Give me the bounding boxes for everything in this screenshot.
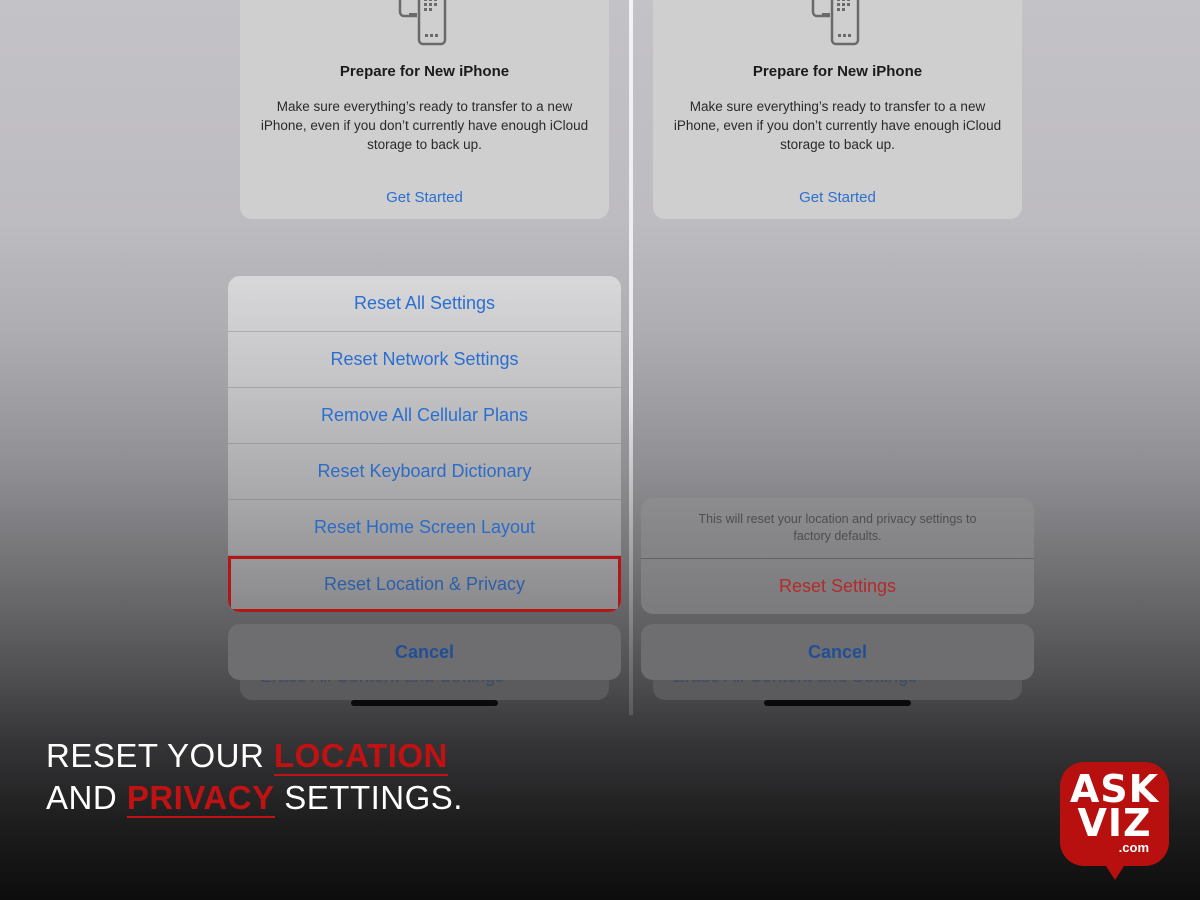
left-phone-screen: Prepare for New iPhone Make sure everyth… [228, 0, 628, 715]
askviz-logo: ASK VIZ .com [1060, 762, 1169, 880]
caption-line-1: RESET YOUR LOCATION [46, 735, 463, 777]
card-description: Make sure everything’s ready to transfer… [673, 99, 1002, 152]
prepare-new-iphone-card: Prepare for New iPhone Make sure everyth… [240, 0, 609, 219]
card-title: Prepare for New iPhone [339, 63, 510, 80]
reset-home-screen-layout-button[interactable]: Reset Home Screen Layout [228, 500, 621, 556]
reset-network-settings-button[interactable]: Reset Network Settings [228, 332, 621, 388]
get-started-link[interactable]: Get Started [240, 189, 609, 206]
confirm-reset-sheet: This will reset your location and privac… [641, 498, 1034, 614]
caption-text: SETTINGS. [274, 779, 463, 816]
cancel-button[interactable]: Cancel [228, 624, 621, 680]
reset-location-privacy-button[interactable]: Reset Location & Privacy [228, 556, 621, 612]
right-phone-screen: Prepare for New iPhone Make sure everyth… [641, 0, 1041, 715]
home-indicator[interactable] [351, 700, 498, 706]
cancel-button[interactable]: Cancel [641, 624, 1034, 680]
home-indicator[interactable] [764, 700, 911, 706]
remove-cellular-plans-button[interactable]: Remove All Cellular Plans [228, 388, 621, 444]
prepare-new-iphone-card: Prepare for New iPhone Make sure everyth… [653, 0, 1022, 219]
caption-line-2: AND PRIVACY SETTINGS. [46, 777, 463, 819]
caption-text: AND [46, 779, 127, 816]
card-title: Prepare for New iPhone [752, 63, 923, 80]
caption-accent-privacy: PRIVACY [126, 779, 275, 818]
reset-settings-button[interactable]: Reset Settings [641, 559, 1034, 614]
phone-transfer-icon [398, 0, 447, 46]
caption-accent-location: LOCATION [274, 737, 448, 776]
get-started-link[interactable]: Get Started [653, 189, 1022, 206]
phone-transfer-icon [811, 0, 860, 46]
reset-action-sheet: Reset All Settings Reset Network Setting… [228, 276, 621, 612]
card-description: Make sure everything’s ready to transfer… [260, 99, 589, 152]
confirm-message: This will reset your location and privac… [641, 498, 1034, 559]
reset-keyboard-dictionary-button[interactable]: Reset Keyboard Dictionary [228, 444, 621, 500]
tutorial-caption: RESET YOUR LOCATION AND PRIVACY SETTINGS… [46, 735, 463, 819]
panel-divider [629, 0, 633, 715]
reset-all-settings-button[interactable]: Reset All Settings [228, 276, 621, 332]
logo-text-viz: VIZ [1077, 801, 1152, 845]
caption-text: RESET YOUR [46, 737, 275, 774]
